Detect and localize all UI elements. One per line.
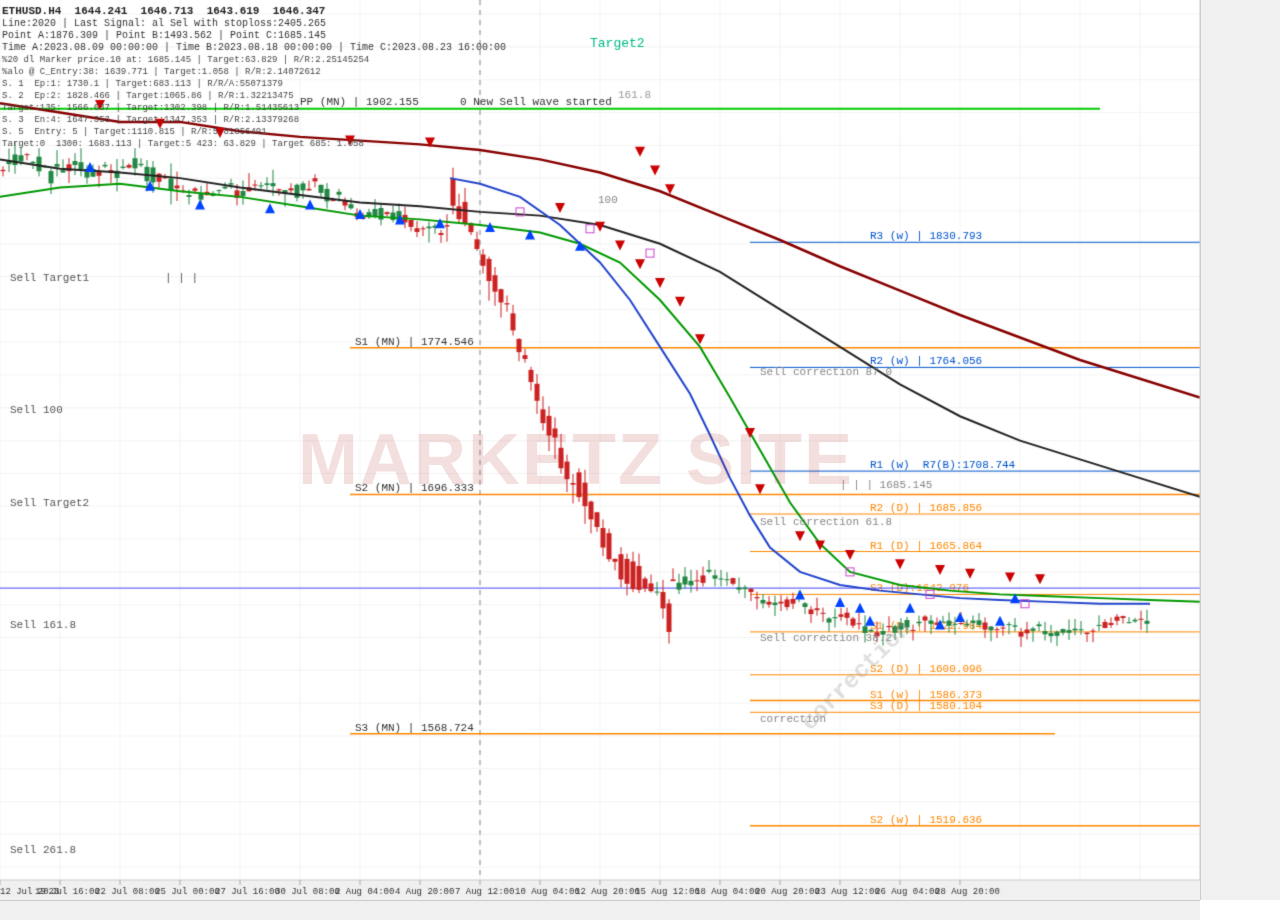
price-chart bbox=[0, 0, 1200, 900]
price-scale-container bbox=[1200, 0, 1280, 900]
time-axis bbox=[0, 900, 1200, 920]
chart-container: MARKETZ SITE bbox=[0, 0, 1280, 920]
